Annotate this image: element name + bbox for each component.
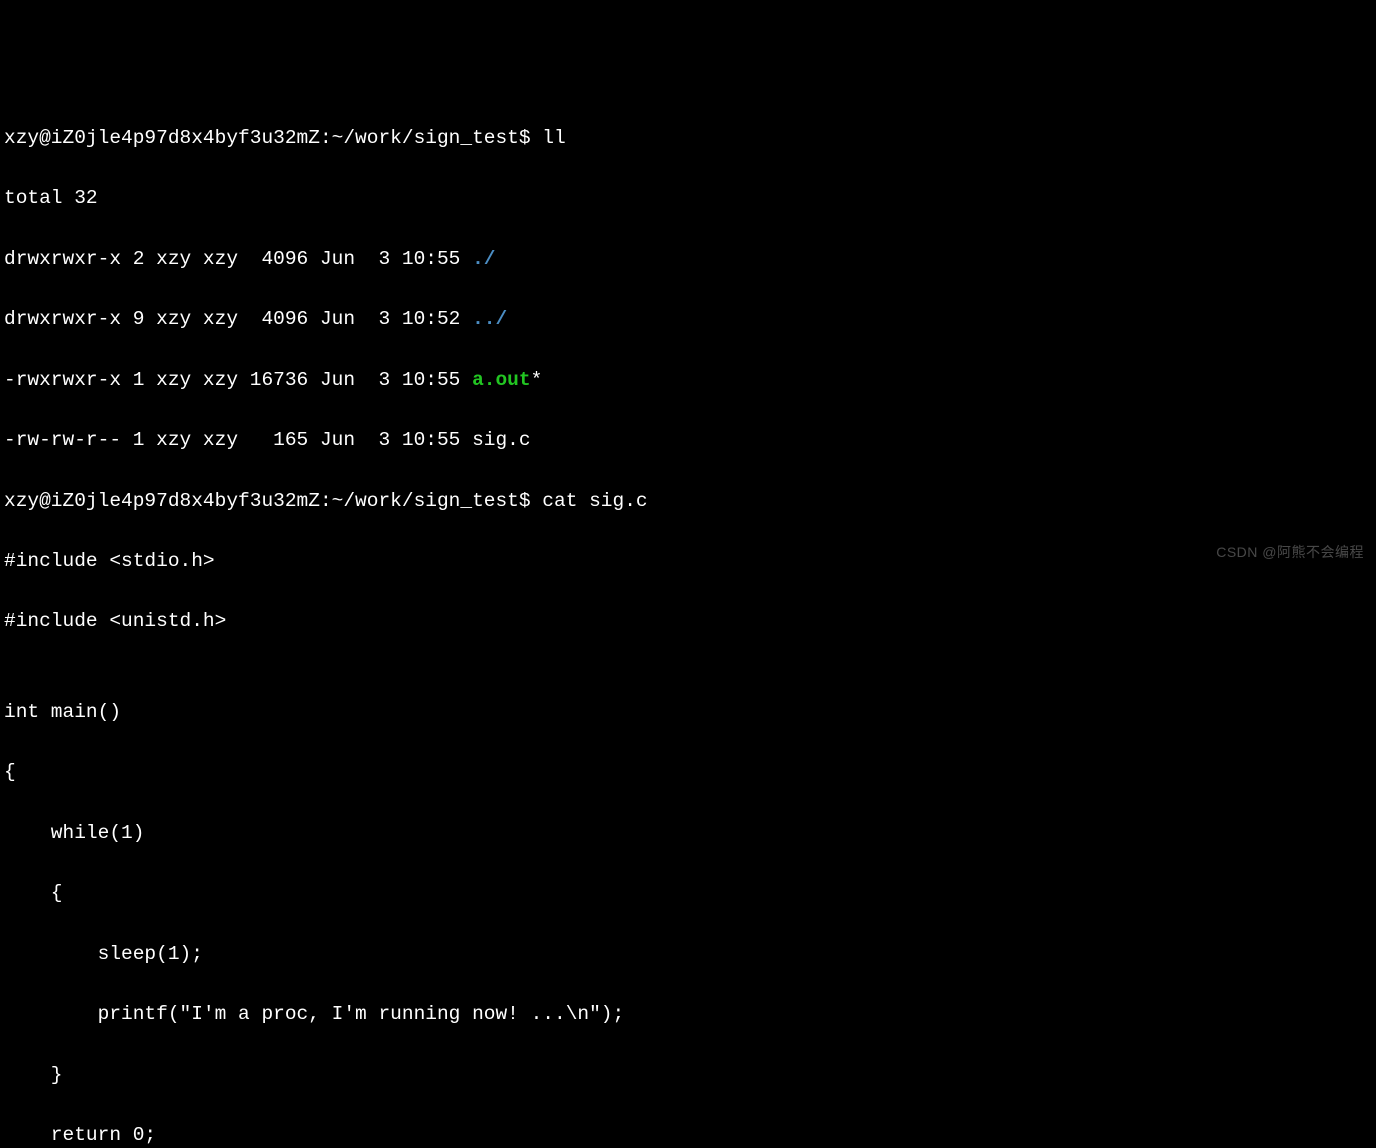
ll-row-name: a.out [472, 369, 531, 391]
ll-row-name: sig.c [472, 429, 531, 451]
source-line: { [4, 878, 1372, 908]
ll-row-perm: -rw-rw-r-- 1 xzy xzy 165 Jun 3 10:55 [4, 429, 472, 451]
ll-row-3: -rw-rw-r-- 1 xzy xzy 165 Jun 3 10:55 sig… [4, 425, 1372, 455]
ll-row-name: ./ [472, 248, 495, 270]
prompt-line-1[interactable]: xzy@iZ0jle4p97d8x4byf3u32mZ:~/work/sign_… [4, 123, 1372, 153]
shell-prompt: xzy@iZ0jle4p97d8x4byf3u32mZ:~/work/sign_… [4, 127, 542, 149]
watermark-text: CSDN @阿熊不会编程 [1216, 542, 1364, 564]
source-line: return 0; [4, 1120, 1372, 1148]
source-line: int main() [4, 697, 1372, 727]
ll-row-1: drwxrwxr-x 9 xzy xzy 4096 Jun 3 10:52 ..… [4, 304, 1372, 334]
command-ll: ll [542, 127, 565, 149]
ll-row-perm: drwxrwxr-x 9 xzy xzy 4096 Jun 3 10:52 [4, 308, 472, 330]
prompt-line-2[interactable]: xzy@iZ0jle4p97d8x4byf3u32mZ:~/work/sign_… [4, 486, 1372, 516]
ll-row-perm: drwxrwxr-x 2 xzy xzy 4096 Jun 3 10:55 [4, 248, 472, 270]
ll-row-perm: -rwxrwxr-x 1 xzy xzy 16736 Jun 3 10:55 [4, 369, 472, 391]
source-line: #include <stdio.h> [4, 546, 1372, 576]
shell-prompt: xzy@iZ0jle4p97d8x4byf3u32mZ:~/work/sign_… [4, 490, 542, 512]
ll-row-suffix: * [531, 369, 543, 391]
ll-row-0: drwxrwxr-x 2 xzy xzy 4096 Jun 3 10:55 ./ [4, 244, 1372, 274]
source-line: printf("I'm a proc, I'm running now! ...… [4, 999, 1372, 1029]
ll-total: total 32 [4, 183, 1372, 213]
source-line: } [4, 1060, 1372, 1090]
source-line: #include <unistd.h> [4, 606, 1372, 636]
ll-row-name: ../ [472, 308, 507, 330]
source-line: while(1) [4, 818, 1372, 848]
ll-row-2: -rwxrwxr-x 1 xzy xzy 16736 Jun 3 10:55 a… [4, 365, 1372, 395]
source-line: sleep(1); [4, 939, 1372, 969]
source-line: { [4, 757, 1372, 787]
command-cat: cat sig.c [542, 490, 647, 512]
